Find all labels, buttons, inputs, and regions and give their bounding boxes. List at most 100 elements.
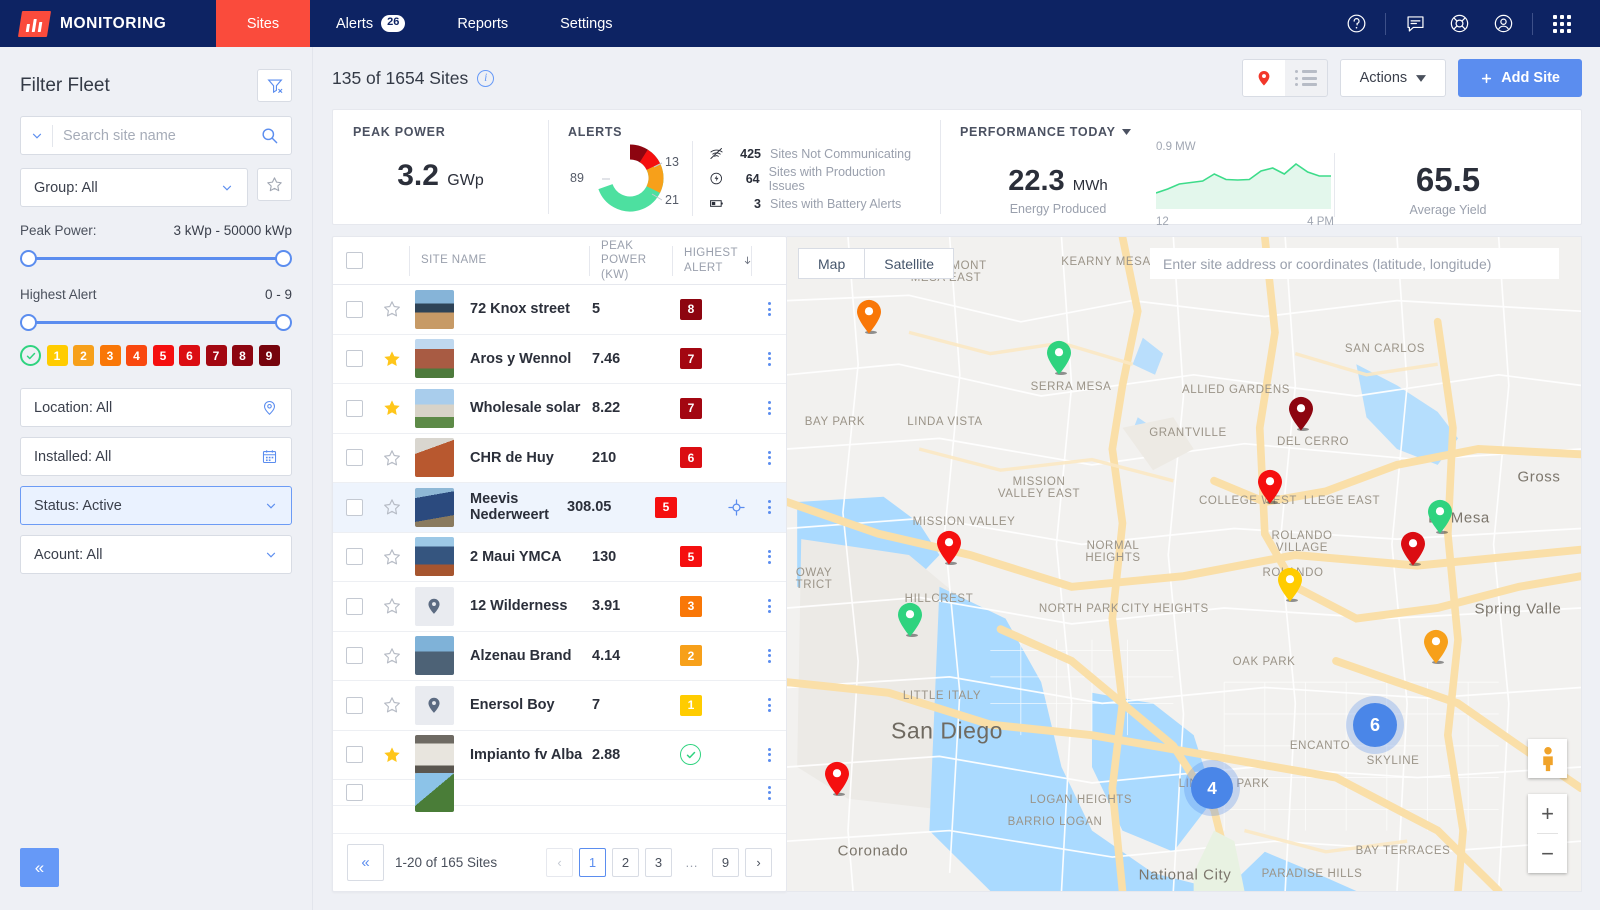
list-view-button[interactable] xyxy=(1285,60,1327,96)
star-outline-icon[interactable] xyxy=(382,497,402,517)
table-row[interactable]: Meevis Nederweert 308.05 5 xyxy=(333,483,786,533)
page-button-3[interactable]: 3 xyxy=(645,848,672,877)
info-icon[interactable]: i xyxy=(477,69,495,87)
search-input[interactable] xyxy=(53,127,260,144)
nav-tab-alerts[interactable]: Alerts 26 xyxy=(310,0,431,47)
table-row[interactable]: Alzenau Brand 4.14 2 xyxy=(333,632,786,681)
severity-swatch-2[interactable]: 2 xyxy=(73,345,94,366)
star-filled-icon[interactable] xyxy=(382,745,402,765)
map-view-button[interactable] xyxy=(1242,60,1285,96)
site-name-cell[interactable]: 2 Maui YMCA xyxy=(459,549,592,565)
status-filter-select[interactable]: Status: Active xyxy=(20,486,292,525)
row-checkbox[interactable] xyxy=(345,746,363,764)
slider-handle-min[interactable] xyxy=(20,250,37,267)
row-menu-button[interactable] xyxy=(767,648,771,663)
severity-swatch-7[interactable]: 7 xyxy=(205,345,227,366)
first-page-button[interactable]: « xyxy=(347,844,384,881)
severity-swatch-6[interactable]: 6 xyxy=(179,345,200,366)
site-name-cell[interactable]: 12 Wilderness xyxy=(459,598,592,614)
slider-handle-max[interactable] xyxy=(275,250,292,267)
star-filled-icon[interactable] xyxy=(382,349,402,369)
map-site-pin[interactable] xyxy=(1288,396,1314,437)
prev-page-button[interactable]: ‹ xyxy=(546,848,573,877)
row-menu-button[interactable] xyxy=(767,549,771,564)
row-checkbox[interactable] xyxy=(345,399,363,417)
alert-item-battery[interactable]: 3 Sites with Battery Alerts xyxy=(708,191,920,216)
map-type-map-button[interactable]: Map xyxy=(798,248,866,279)
row-checkbox[interactable] xyxy=(345,498,363,516)
row-checkbox[interactable] xyxy=(345,647,363,665)
row-menu-button[interactable] xyxy=(767,351,771,366)
locate-on-map-icon[interactable] xyxy=(727,498,746,517)
row-menu-button[interactable] xyxy=(767,785,771,800)
map-site-pin[interactable] xyxy=(1400,531,1426,572)
add-site-button[interactable]: Add Site xyxy=(1458,59,1582,97)
star-outline-icon[interactable] xyxy=(382,547,402,567)
site-name-cell[interactable]: Wholesale solar xyxy=(459,400,592,416)
map-type-satellite-button[interactable]: Satellite xyxy=(865,248,955,279)
zoom-in-button[interactable]: + xyxy=(1528,794,1567,833)
row-checkbox[interactable] xyxy=(345,597,363,615)
table-row[interactable]: Aros y Wennol 7.46 7 xyxy=(333,335,786,384)
table-row[interactable]: CHR de Huy 210 6 xyxy=(333,434,786,483)
group-filter-select[interactable]: Group: All xyxy=(20,168,248,207)
map-site-pin[interactable] xyxy=(936,530,962,571)
map-site-pin[interactable] xyxy=(1257,469,1283,510)
next-page-button[interactable]: › xyxy=(745,848,772,877)
site-search-box[interactable] xyxy=(20,116,292,155)
clear-filters-button[interactable] xyxy=(257,69,292,102)
severity-swatch-1[interactable]: 1 xyxy=(46,345,68,366)
row-checkbox[interactable] xyxy=(345,548,363,566)
star-outline-icon[interactable] xyxy=(382,646,402,666)
star-filled-icon[interactable] xyxy=(382,398,402,418)
site-name-cell[interactable]: Impianto fv Alba xyxy=(459,747,592,763)
account-icon[interactable] xyxy=(1481,0,1525,47)
site-name-cell[interactable]: Alzenau Brand xyxy=(459,648,592,664)
map-site-pin[interactable] xyxy=(1277,567,1303,608)
apps-grid-icon[interactable] xyxy=(1540,0,1584,47)
support-icon[interactable] xyxy=(1437,0,1481,47)
select-all-checkbox[interactable] xyxy=(345,252,363,269)
map-site-pin[interactable] xyxy=(1046,340,1072,381)
slider-handle-min[interactable] xyxy=(20,314,37,331)
map-cluster-marker[interactable]: 4 xyxy=(1191,767,1233,809)
actions-button[interactable]: Actions xyxy=(1339,59,1447,97)
row-checkbox[interactable] xyxy=(345,300,363,318)
map-site-pin[interactable] xyxy=(897,602,923,643)
map-cluster-marker[interactable]: 6 xyxy=(1353,703,1397,747)
table-row[interactable]: 12 Wilderness 3.91 3 xyxy=(333,582,786,632)
severity-swatch-3[interactable]: 3 xyxy=(99,345,121,366)
brand-logo[interactable]: MONITORING xyxy=(0,0,216,47)
search-icon[interactable] xyxy=(260,126,291,145)
map-site-pin[interactable] xyxy=(1423,629,1449,670)
row-menu-button[interactable] xyxy=(767,698,771,713)
map-site-pin[interactable] xyxy=(1427,499,1453,540)
page-button-1[interactable]: 1 xyxy=(579,848,606,877)
column-highest-alert[interactable]: HIGHEST ALERT xyxy=(673,246,751,275)
slider-handle-max[interactable] xyxy=(275,314,292,331)
star-outline-icon[interactable] xyxy=(382,299,402,319)
star-outline-icon[interactable] xyxy=(382,596,402,616)
collapse-sidebar-button[interactable]: « xyxy=(20,848,59,887)
map-search-box[interactable] xyxy=(1150,248,1559,279)
zoom-out-button[interactable]: − xyxy=(1528,834,1567,873)
row-checkbox[interactable] xyxy=(345,696,363,714)
row-menu-button[interactable] xyxy=(767,401,771,416)
star-outline-icon[interactable] xyxy=(382,448,402,468)
page-button-2[interactable]: 2 xyxy=(612,848,639,877)
performance-card-title-row[interactable]: PERFORMANCE TODAY xyxy=(960,125,1561,139)
map-site-pin[interactable] xyxy=(856,299,882,340)
map-site-pin[interactable] xyxy=(824,761,850,802)
search-scope-chevron-down-icon[interactable] xyxy=(21,124,53,147)
page-button-9[interactable]: 9 xyxy=(712,848,739,877)
column-peak-power[interactable]: PEAK POWER (KW) xyxy=(590,239,672,282)
table-row[interactable]: 72 Knox street 5 8 xyxy=(333,285,786,335)
site-name-cell[interactable]: CHR de Huy xyxy=(459,450,592,466)
severity-swatch-ok[interactable] xyxy=(20,345,41,366)
severity-swatch-4[interactable]: 4 xyxy=(126,345,147,366)
row-checkbox[interactable] xyxy=(345,784,363,801)
site-name-cell[interactable]: Aros y Wennol xyxy=(459,351,592,367)
site-name-cell[interactable]: 72 Knox street xyxy=(459,301,592,317)
nav-tab-settings[interactable]: Settings xyxy=(534,0,638,47)
row-menu-button[interactable] xyxy=(767,302,771,317)
